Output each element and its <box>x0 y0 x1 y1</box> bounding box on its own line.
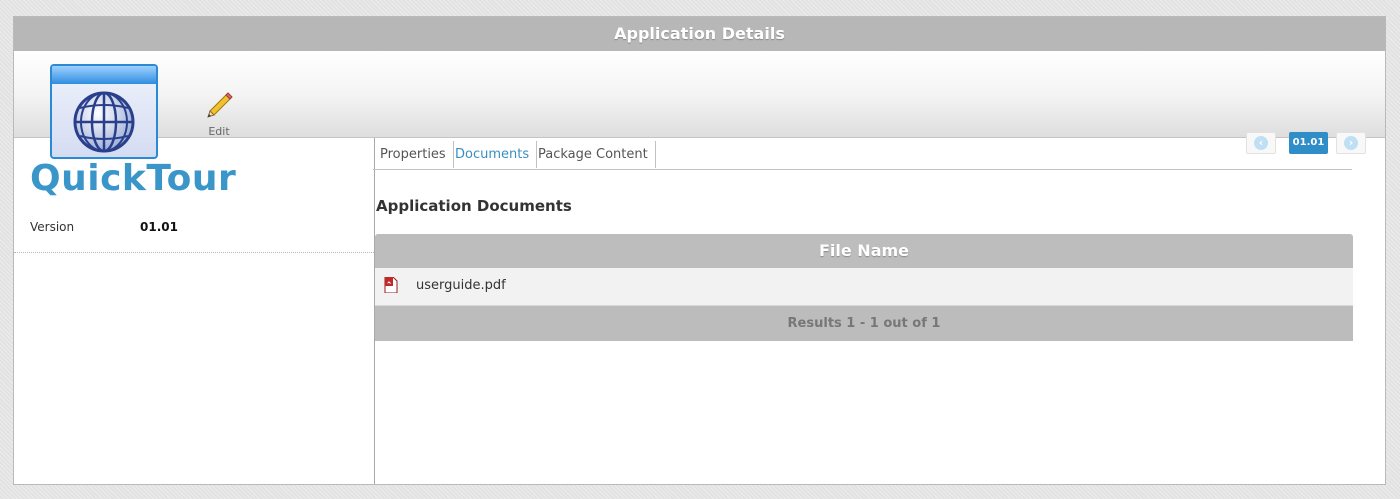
app-name: QuickTour <box>30 158 237 199</box>
documents-table: File Name userguide.pdf Results 1 - 1 ou… <box>375 234 1353 341</box>
tab-documents[interactable]: Documents <box>448 141 538 168</box>
version-label: Version <box>30 220 75 234</box>
column-header-file-name[interactable]: File Name <box>375 234 1353 268</box>
pdf-icon <box>384 277 398 293</box>
app-summary-pane: QuickTour Version 01.01 <box>14 138 375 484</box>
prev-version-button[interactable]: ‹ <box>1246 132 1276 154</box>
file-name[interactable]: userguide.pdf <box>416 278 506 293</box>
results-summary: Results 1 - 1 out of 1 <box>375 306 1353 341</box>
tab-package-content[interactable]: Package Content <box>531 141 656 168</box>
arrow-right-icon: › <box>1344 136 1358 150</box>
tab-properties[interactable]: Properties <box>373 141 454 168</box>
current-version[interactable]: 01.01 <box>1289 132 1328 154</box>
version-pager: ‹ 01.01 › <box>1246 132 1370 154</box>
edit-button[interactable]: Edit <box>202 89 236 139</box>
edit-label: Edit <box>208 125 230 138</box>
tab-bar: Properties Documents Package Content <box>373 141 1352 170</box>
version-value: 01.01 <box>140 220 178 234</box>
next-version-button[interactable]: › <box>1336 132 1366 154</box>
page-title: Application Details <box>14 17 1385 51</box>
toolbar: Edit <box>14 51 1385 159</box>
documents-title: Application Documents <box>376 197 572 215</box>
arrow-left-icon: ‹ <box>1254 136 1268 150</box>
divider <box>14 252 374 253</box>
pencil-icon <box>207 92 233 118</box>
table-row[interactable]: userguide.pdf <box>375 268 1353 306</box>
